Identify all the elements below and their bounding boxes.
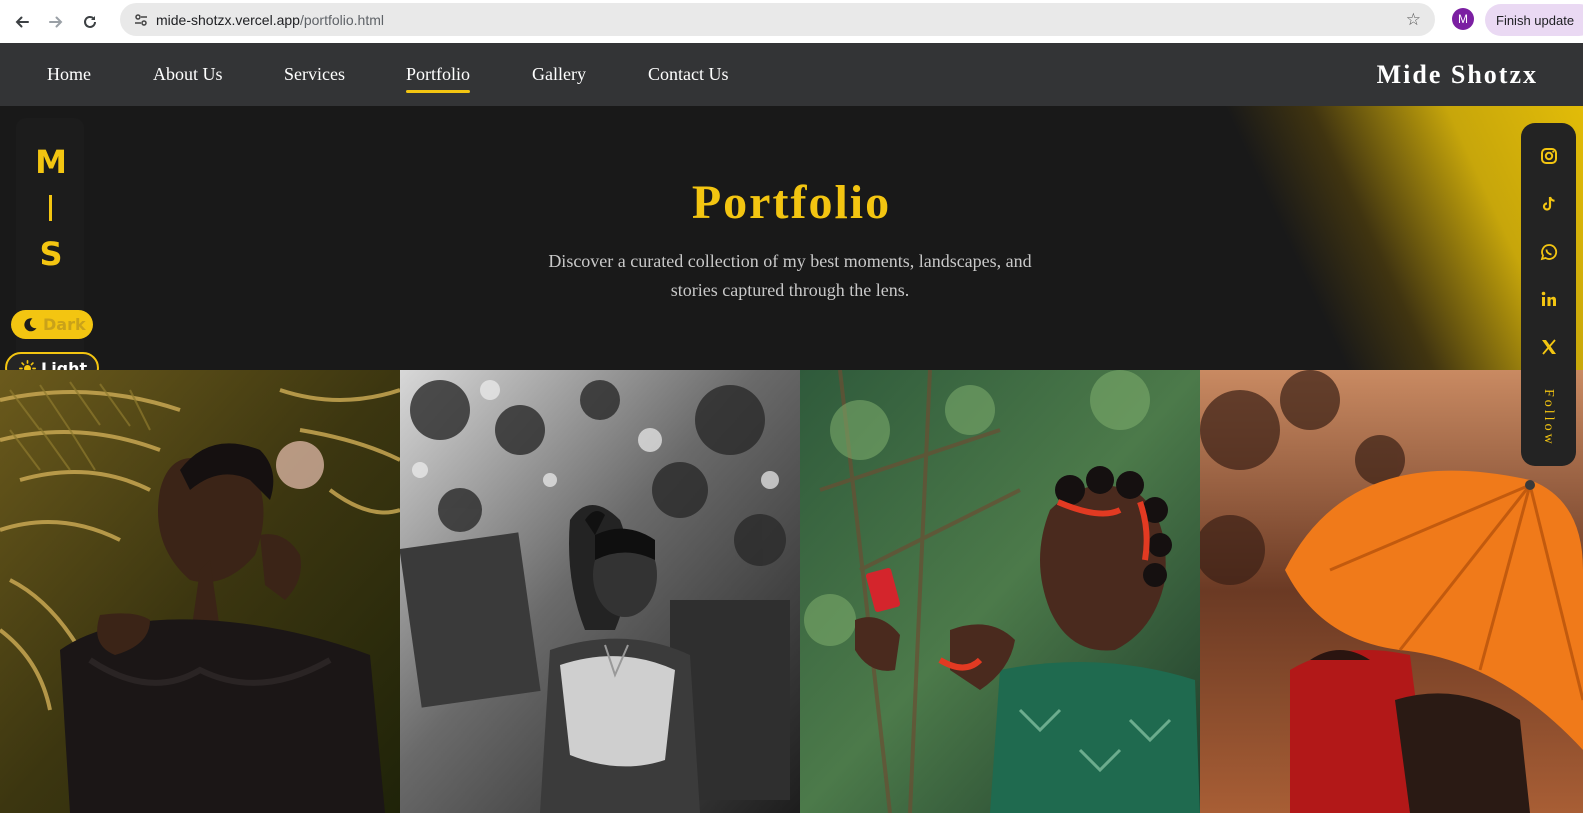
url-text: mide-shotzx.vercel.app/portfolio.html (156, 11, 384, 28)
social-sidebar: Follow (1521, 123, 1576, 466)
portfolio-grid (0, 370, 1583, 813)
dark-mode-button[interactable]: Dark (11, 310, 93, 339)
page-title: Portfolio (691, 176, 892, 229)
logo-divider (49, 195, 52, 221)
forward-arrow-icon[interactable] (39, 5, 73, 39)
follow-label: Follow (1541, 389, 1556, 447)
logo-letter-s[interactable]: S (0, 235, 102, 273)
bookmark-star-icon[interactable]: ☆ (1406, 10, 1421, 30)
nav-gallery-link[interactable]: Gallery (532, 64, 586, 85)
x-icon[interactable] (1538, 336, 1560, 358)
hero-gradient (0, 106, 1583, 370)
moon-icon (22, 317, 38, 333)
portfolio-photo[interactable] (0, 370, 400, 813)
nav-portfolio-link[interactable]: Portfolio (406, 64, 471, 93)
site-settings-icon[interactable] (126, 12, 156, 28)
tiktok-icon[interactable] (1538, 193, 1560, 215)
nav-services-link[interactable]: Services (284, 64, 345, 85)
site-navbar: Home About Us Services Portfolio Gallery… (0, 43, 1583, 106)
reload-icon[interactable] (73, 5, 107, 39)
portfolio-photo[interactable] (400, 370, 800, 813)
nav-home-link[interactable]: Home (47, 64, 91, 85)
linkedin-icon[interactable] (1538, 288, 1560, 310)
page-subtitle: Discover a curated collection of my best… (548, 251, 1032, 300)
instagram-icon[interactable] (1538, 145, 1560, 167)
brand-name[interactable]: Mide Shotzx (1377, 60, 1538, 90)
portfolio-photo[interactable] (800, 370, 1200, 813)
address-bar[interactable]: mide-shotzx.vercel.app/portfolio.html ☆ (120, 3, 1435, 36)
whatsapp-icon[interactable] (1538, 241, 1560, 263)
profile-avatar[interactable]: M (1452, 8, 1474, 30)
browser-toolbar: mide-shotzx.vercel.app/portfolio.html ☆ … (0, 0, 1583, 43)
back-arrow-icon[interactable] (5, 5, 39, 39)
hero-section: Portfolio Discover a curated collection … (0, 106, 1583, 370)
logo-letter-m[interactable]: M (0, 143, 102, 181)
finish-update-button[interactable]: Finish update⋮ (1485, 4, 1583, 36)
nav-about-link[interactable]: About Us (153, 64, 223, 85)
nav-contact-link[interactable]: Contact Us (648, 64, 729, 85)
